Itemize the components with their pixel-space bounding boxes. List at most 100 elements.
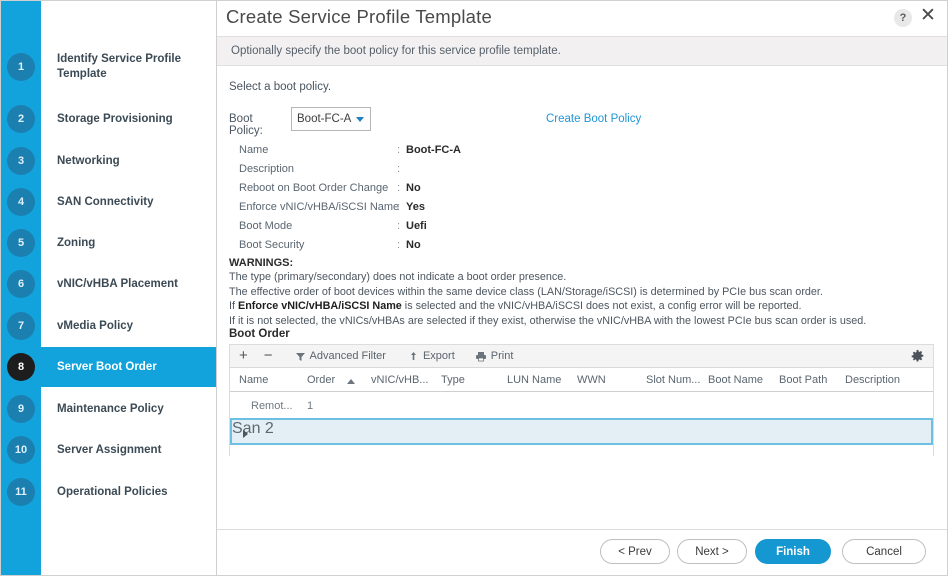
- detail-row-boot-security: Boot Security : No: [229, 237, 649, 256]
- column-header-slot-number[interactable]: Slot Num...: [646, 374, 700, 386]
- dialog-titlebar: Create Service Profile Template ? ✕: [217, 1, 947, 36]
- sidebar-item-identify-service-profile-template[interactable]: 1 Identify Service Profile Template: [1, 39, 216, 95]
- warning-line-3-emphasis: Enforce vNIC/vHBA/iSCSI Name: [238, 300, 402, 313]
- printer-icon: [475, 351, 487, 362]
- sidebar-item-san-connectivity[interactable]: 4 SAN Connectivity: [1, 182, 216, 222]
- column-header-vnic-vhba[interactable]: vNIC/vHB...: [371, 374, 428, 386]
- detail-colon: :: [397, 144, 401, 156]
- warning-line-2: The effective order of boot devices with…: [229, 285, 823, 298]
- column-header-wwn[interactable]: WWN: [577, 374, 606, 386]
- gear-icon[interactable]: [910, 349, 925, 364]
- detail-row-reboot-on-boot-order-change: Reboot on Boot Order Change : No: [229, 180, 649, 199]
- boot-order-table-body: Remot... 1 San 2: [230, 392, 933, 456]
- sidebar-item-server-boot-order[interactable]: 8 Server Boot Order: [1, 347, 216, 387]
- remove-row-button[interactable]: −: [264, 345, 273, 368]
- sidebar-item-label: Server Boot Order: [57, 360, 157, 373]
- step-badge-7: 7: [7, 312, 35, 340]
- warning-line-3-pre: If: [229, 300, 238, 313]
- boot-policy-selected-value: Boot-FC-A: [297, 113, 352, 125]
- advanced-filter-button[interactable]: Advanced Filter: [295, 345, 386, 368]
- detail-colon: :: [397, 182, 401, 194]
- detail-value: No: [406, 182, 421, 194]
- column-header-lun-name[interactable]: LUN Name: [507, 374, 561, 386]
- dialog-subtitle: Optionally specify the boot policy for t…: [231, 45, 561, 57]
- cancel-button[interactable]: Cancel: [842, 539, 926, 564]
- export-icon: [408, 351, 419, 362]
- detail-label: Enforce vNIC/vHBA/iSCSI Name: [239, 201, 400, 213]
- help-icon[interactable]: ?: [894, 9, 912, 27]
- boot-order-toolbar: + − Advanced Filter Export Print: [230, 345, 933, 368]
- sidebar-item-label: Server Assignment: [57, 443, 162, 456]
- export-button[interactable]: Export: [408, 345, 455, 368]
- detail-colon: :: [397, 201, 401, 213]
- next-button[interactable]: Next >: [677, 539, 747, 564]
- sidebar-item-vmedia-policy[interactable]: 7 vMedia Policy: [1, 306, 216, 346]
- instruction-text: Select a boot policy.: [229, 81, 332, 93]
- column-header-boot-name[interactable]: Boot Name: [708, 374, 763, 386]
- column-header-order[interactable]: Order: [307, 374, 335, 386]
- warning-line-3: If Enforce vNIC/vHBA/iSCSI Name is selec…: [229, 299, 919, 314]
- sidebar-item-label: Zoning: [57, 236, 96, 249]
- sidebar-item-server-assignment[interactable]: 10 Server Assignment: [1, 430, 216, 470]
- sidebar-item-label: vMedia Policy: [57, 319, 134, 332]
- step-badge-3: 3: [7, 147, 35, 175]
- column-header-name[interactable]: Name: [239, 374, 268, 386]
- detail-value: Uefi: [406, 220, 427, 232]
- print-button[interactable]: Print: [475, 345, 514, 368]
- step-badge-2: 2: [7, 105, 35, 133]
- boot-order-title: Boot Order: [229, 328, 290, 340]
- page-title: Create Service Profile Template: [226, 6, 493, 27]
- detail-label: Name: [239, 144, 269, 156]
- sidebar-item-label: Networking: [57, 154, 120, 167]
- detail-row-boot-mode: Boot Mode : Uefi: [229, 218, 649, 237]
- cell-order: 2: [264, 420, 274, 437]
- sidebar-item-zoning[interactable]: 5 Zoning: [1, 223, 216, 263]
- detail-label: Reboot on Boot Order Change: [239, 182, 389, 194]
- add-row-button[interactable]: +: [239, 345, 248, 368]
- warning-line-1: The type (primary/secondary) does not in…: [229, 271, 567, 283]
- detail-label: Boot Security: [239, 239, 305, 251]
- column-header-boot-path[interactable]: Boot Path: [779, 374, 827, 386]
- dialog-footer: < Prev Next > Finish Cancel: [217, 529, 947, 575]
- detail-row-name: Name : Boot-FC-A: [229, 142, 649, 161]
- detail-row-enforce-vnic-vhba-iscsi-name: Enforce vNIC/vHBA/iSCSI Name : Yes: [229, 199, 649, 218]
- detail-value: No: [406, 239, 421, 251]
- step-badge-5: 5: [7, 229, 35, 257]
- export-label: Export: [422, 350, 455, 362]
- prev-button[interactable]: < Prev: [600, 539, 670, 564]
- detail-label: Boot Mode: [239, 220, 293, 232]
- sidebar-item-storage-provisioning[interactable]: 2 Storage Provisioning: [1, 99, 216, 139]
- sidebar-item-label: Operational Policies: [57, 485, 168, 498]
- step-badge-4: 4: [7, 188, 35, 216]
- sidebar-item-label: Storage Provisioning: [57, 112, 173, 125]
- advanced-filter-label: Advanced Filter: [309, 350, 386, 362]
- close-icon[interactable]: ✕: [917, 4, 939, 28]
- step-badge-6: 6: [7, 270, 35, 298]
- sidebar-item-networking[interactable]: 3 Networking: [1, 141, 216, 181]
- dialog-subtitle-bar: Optionally specify the boot policy for t…: [217, 36, 947, 66]
- chevron-down-icon: [356, 117, 364, 122]
- boot-order-table-header: Name Order vNIC/vHB... Type LUN Name WWN…: [230, 368, 933, 392]
- detail-row-description: Description :: [229, 161, 649, 180]
- sidebar-item-operational-policies[interactable]: 11 Operational Policies: [1, 472, 216, 512]
- wizard-step-rail: 1 Identify Service Profile Template 2 St…: [1, 1, 217, 575]
- print-label: Print: [490, 350, 514, 362]
- sidebar-item-vnic-vhba-placement[interactable]: 6 vNIC/vHBA Placement: [1, 264, 216, 304]
- sidebar-item-maintenance-policy[interactable]: 9 Maintenance Policy: [1, 389, 216, 429]
- expand-triangle-icon[interactable]: [243, 430, 248, 438]
- cell-order: 1: [307, 400, 314, 412]
- create-boot-policy-link[interactable]: Create Boot Policy: [546, 113, 641, 125]
- detail-colon: :: [397, 239, 401, 251]
- sidebar-item-label: Maintenance Policy: [57, 402, 164, 415]
- column-header-type[interactable]: Type: [441, 374, 465, 386]
- detail-colon: :: [397, 220, 401, 232]
- column-header-description[interactable]: Description: [845, 374, 900, 386]
- warnings-title: WARNINGS:: [229, 257, 294, 269]
- step-badge-8: 8: [7, 353, 35, 381]
- table-row[interactable]: San 2: [230, 418, 933, 445]
- finish-button[interactable]: Finish: [755, 539, 831, 564]
- detail-colon: :: [397, 163, 401, 175]
- step-badge-9: 9: [7, 395, 35, 423]
- boot-policy-select[interactable]: Boot-FC-A: [291, 107, 371, 131]
- table-row[interactable]: Remot... 1: [230, 395, 933, 417]
